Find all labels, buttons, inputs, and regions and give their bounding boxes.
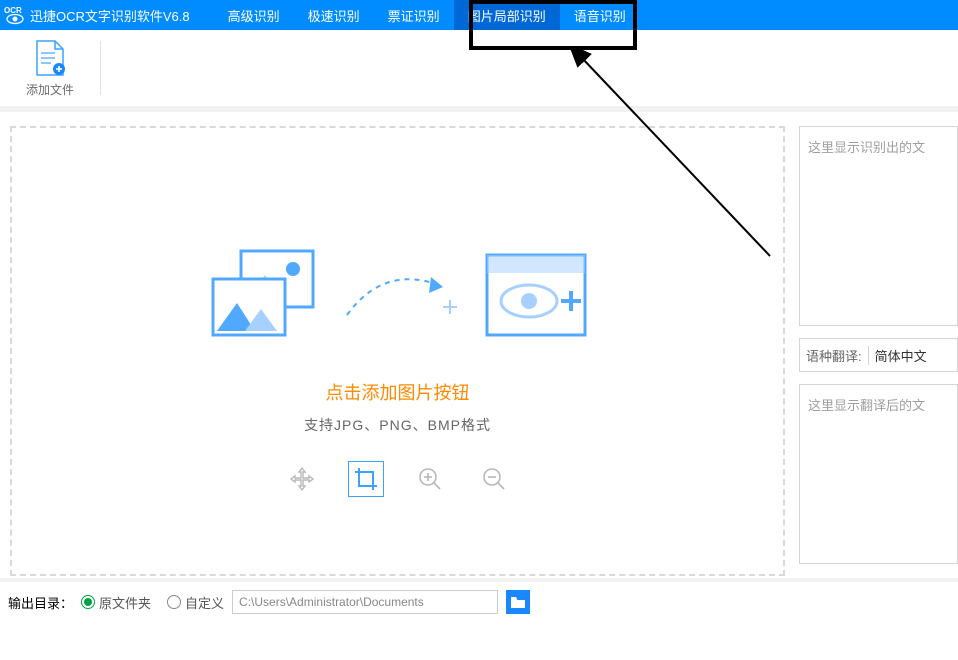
file-plus-icon: [33, 39, 67, 77]
browse-folder-button[interactable]: [506, 590, 530, 614]
menu-item-voice[interactable]: 语音识别: [560, 0, 640, 30]
footer: 输出目录： 原文件夹 自定义: [0, 578, 958, 622]
menu-label: 高级识别: [228, 6, 280, 25]
radio-unchecked-icon: [167, 595, 181, 609]
translation-result-panel: 这里显示翻译后的文: [799, 384, 958, 564]
dashed-arrow-icon: [343, 255, 463, 335]
zoom-in-icon: [417, 466, 443, 492]
menu-label: 图片局部识别: [468, 6, 546, 25]
recognition-placeholder: 这里显示识别出的文: [808, 140, 925, 155]
svg-text:OCR: OCR: [4, 6, 22, 15]
radio-custom-folder[interactable]: 自定义: [167, 593, 224, 612]
folder-icon: [510, 595, 526, 609]
radio-label: 原文件夹: [99, 593, 151, 612]
zoom-out-tool[interactable]: [476, 461, 512, 497]
menu-item-fast[interactable]: 极速识别: [294, 0, 374, 30]
menu-bar: OCR 迅捷OCR文字识别软件V6.8 高级识别 极速识别 票证识别 图片局部识…: [0, 0, 958, 30]
menu-label: 极速识别: [308, 6, 360, 25]
main-area: 点击添加图片按钮 支持JPG、PNG、BMP格式: [0, 112, 958, 578]
language-selector[interactable]: 语种翻译: 简体中文: [799, 338, 958, 372]
radio-original-folder[interactable]: 原文件夹: [81, 593, 151, 612]
zoom-out-icon: [481, 466, 507, 492]
images-icon: [205, 245, 325, 345]
menu-label: 票证识别: [388, 6, 440, 25]
move-tool[interactable]: [284, 461, 320, 497]
crop-icon: [353, 466, 379, 492]
output-label: 输出目录：: [8, 593, 73, 612]
menu-label: 语音识别: [574, 6, 626, 25]
output-path-input[interactable]: [232, 590, 498, 614]
canvas-area[interactable]: 点击添加图片按钮 支持JPG、PNG、BMP格式: [10, 126, 785, 576]
canvas-tools: [284, 461, 512, 497]
menu-item-ticket[interactable]: 票证识别: [374, 0, 454, 30]
toolbar: 添加文件: [0, 30, 958, 112]
move-icon: [289, 466, 315, 492]
preview-eye-icon: [481, 249, 591, 341]
toolbar-divider: [100, 41, 101, 95]
language-label: 语种翻译:: [800, 346, 868, 365]
add-file-button[interactable]: 添加文件: [18, 33, 82, 104]
language-value: 简体中文: [868, 346, 957, 365]
zoom-in-tool[interactable]: [412, 461, 448, 497]
translation-placeholder: 这里显示翻译后的文: [808, 398, 925, 413]
drop-title: 点击添加图片按钮: [326, 379, 470, 405]
drop-subtitle: 支持JPG、PNG、BMP格式: [304, 415, 491, 435]
add-file-label: 添加文件: [26, 81, 74, 98]
recognition-result-panel: 这里显示识别出的文: [799, 126, 958, 326]
drop-illustration: [205, 245, 591, 345]
menu-items: 高级识别 极速识别 票证识别 图片局部识别 语音识别: [214, 0, 640, 30]
logo-area: OCR 迅捷OCR文字识别软件V6.8: [4, 4, 190, 26]
radio-checked-icon: [81, 595, 95, 609]
menu-item-partial[interactable]: 图片局部识别: [454, 0, 560, 30]
right-panels: 这里显示识别出的文 语种翻译: 简体中文 这里显示翻译后的文: [799, 126, 958, 568]
output-radio-group: 原文件夹 自定义: [81, 593, 224, 612]
app-title: 迅捷OCR文字识别软件V6.8: [30, 6, 190, 25]
radio-label: 自定义: [185, 593, 224, 612]
menu-item-advanced[interactable]: 高级识别: [214, 0, 294, 30]
crop-tool[interactable]: [348, 461, 384, 497]
ocr-eye-icon: OCR: [4, 4, 26, 26]
